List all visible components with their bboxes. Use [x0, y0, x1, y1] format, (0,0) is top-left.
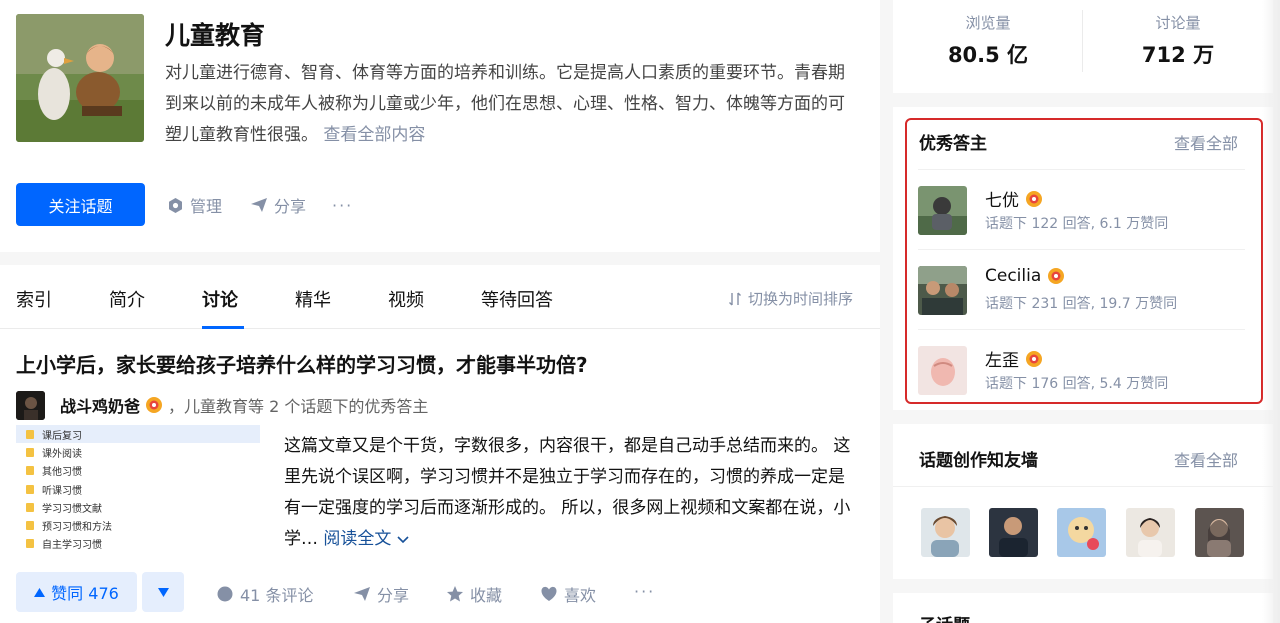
- views-label: 浏览量: [965, 14, 1011, 32]
- sort-toggle-label: 切换为时间排序: [747, 290, 853, 308]
- thumbnail-list-item: 听课习惯: [16, 480, 260, 498]
- discussions-value: 712 万: [1141, 43, 1215, 67]
- thumbnail-list-item: 课后复习: [16, 425, 260, 444]
- thumbnail-item-label: 听课习惯: [42, 485, 82, 497]
- follow-topic-button[interactable]: 关注话题: [16, 183, 145, 226]
- comments-label: 41 条评论: [240, 586, 314, 605]
- post-more-options-button[interactable]: ···: [634, 582, 655, 601]
- like-label: 喜欢: [564, 586, 597, 605]
- folder-icon: [26, 429, 34, 439]
- share-post-label: 分享: [377, 586, 410, 605]
- thumbnail-item-label: 课外阅读: [42, 448, 82, 460]
- read-more-label: 阅读全文: [323, 529, 392, 549]
- topic-stats-card: 浏览量 80.5 亿 讨论量 712 万: [893, 0, 1273, 93]
- paper-plane-icon: [251, 198, 267, 212]
- views-value: 80.5 亿: [947, 43, 1029, 67]
- subtopics-card: 子话题: [893, 593, 1273, 623]
- page-edge-shadow: [1262, 0, 1280, 623]
- folder-icon: [26, 502, 34, 512]
- manage-label: 管理: [190, 197, 223, 216]
- question-title[interactable]: 上小学后，家长要给孩子培养什么样的学习习惯，才能事半功倍?: [16, 349, 588, 378]
- creator-wall-view-all-link[interactable]: 查看全部: [1174, 447, 1238, 471]
- manage-button[interactable]: 管理: [167, 193, 222, 217]
- share-topic-button[interactable]: 分享: [250, 193, 306, 217]
- highlight-annotation-box: [905, 118, 1263, 404]
- thumbnail-list-item: 课外阅读: [16, 443, 260, 461]
- sort-toggle-button[interactable]: 切换为时间排序: [728, 288, 853, 309]
- excellent-answerer-badge-icon: [146, 397, 163, 413]
- discussions-stat: 讨论量 712 万: [1083, 12, 1273, 69]
- tab-intro[interactable]: 简介: [109, 286, 145, 312]
- read-more-link[interactable]: 阅读全文: [323, 529, 409, 549]
- sort-icon: [728, 292, 741, 305]
- topic-description: 对儿童进行德育、智育、体育等方面的培养和训练。它是提高人口素质的重要环节。青春期…: [165, 58, 845, 151]
- creator-wall-card: 话题创作知友墙 查看全部: [893, 424, 1273, 579]
- more-options-button[interactable]: ···: [332, 193, 353, 217]
- tab-video[interactable]: 视频: [388, 286, 424, 312]
- author-avatar[interactable]: [16, 390, 45, 420]
- comments-button[interactable]: 41 条评论: [216, 582, 313, 606]
- active-tab-indicator: [202, 326, 244, 329]
- thumbnail-item-label: 课后复习: [42, 430, 82, 442]
- upvote-button[interactable]: 赞同 476: [16, 572, 137, 612]
- collect-label: 收藏: [470, 586, 503, 605]
- author-row: 战斗鸡奶爸 ，儿童教育等 2 个话题下的优秀答主: [16, 390, 428, 420]
- triangle-down-icon: [157, 587, 169, 597]
- thumbnail-item-label: 学习习惯文献: [42, 503, 102, 515]
- avatar[interactable]: [1126, 508, 1175, 557]
- creator-wall-title: 话题创作知友墙: [919, 451, 1038, 471]
- tab-featured[interactable]: 精华: [295, 286, 331, 312]
- folder-icon: [26, 447, 34, 457]
- topic-description-text: 对儿童进行德育、智育、体育等方面的培养和训练。它是提高人口素质的重要环节。青春期…: [165, 63, 845, 145]
- topic-header-card: 儿童教育 对儿童进行德育、智育、体育等方面的培养和训练。它是提高人口素质的重要环…: [0, 0, 880, 252]
- topic-tabs: 索引 简介 讨论 精华 视频 等待回答 切换为时间排序: [0, 265, 880, 329]
- gear-icon: [169, 197, 182, 213]
- collect-button[interactable]: 收藏: [446, 582, 502, 606]
- view-all-content-link[interactable]: 查看全部内容: [323, 125, 425, 145]
- avatar[interactable]: [921, 508, 970, 557]
- avatar[interactable]: [989, 508, 1038, 557]
- folder-icon: [26, 484, 34, 494]
- author-meta: ，儿童教育等 2 个话题下的优秀答主: [168, 397, 429, 416]
- share-label: 分享: [274, 197, 307, 216]
- triangle-up-icon: [34, 587, 46, 597]
- topic-cover-image: [16, 14, 144, 142]
- subtopics-title: 子话题: [919, 611, 970, 623]
- star-icon: [447, 586, 463, 602]
- post-thumbnail[interactable]: 课后复习 课外阅读 其他习惯 听课习惯 学习习惯文献 预习习惯和方法 自主学习习…: [16, 425, 260, 557]
- folder-icon: [26, 466, 34, 476]
- avatar[interactable]: [1195, 508, 1244, 557]
- folder-icon: [26, 539, 34, 549]
- tab-waiting-answers[interactable]: 等待回答: [481, 286, 553, 312]
- thumbnail-item-label: 其他习惯: [42, 467, 82, 479]
- author-name[interactable]: 战斗鸡奶爸: [60, 393, 140, 417]
- thumbnail-list-item: 自主学习习惯: [16, 535, 260, 553]
- tab-index[interactable]: 索引: [16, 286, 52, 312]
- heart-icon: [541, 586, 557, 601]
- discussions-label: 讨论量: [1155, 14, 1201, 32]
- thumbnail-list-item: 学习习惯文献: [16, 498, 260, 516]
- post-excerpt[interactable]: 这篇文章又是个干货，字数很多，内容很干，都是自己动手总结而来的。 这里先说个误区…: [284, 431, 856, 555]
- thumbnail-list-item: 预习习惯和方法: [16, 516, 260, 534]
- views-stat: 浏览量 80.5 亿: [893, 12, 1083, 69]
- upvote-label: 赞同 476: [51, 584, 119, 603]
- chevron-down-icon: [397, 536, 409, 544]
- downvote-button[interactable]: [142, 572, 184, 612]
- feed-card: 索引 简介 讨论 精华 视频 等待回答 切换为时间排序 上小学后，家长要给孩子培…: [0, 265, 880, 623]
- like-button[interactable]: 喜欢: [540, 582, 596, 606]
- comment-icon: [217, 586, 233, 602]
- divider: [893, 486, 1273, 487]
- avatar[interactable]: [1057, 508, 1106, 557]
- folder-icon: [26, 521, 34, 531]
- paper-plane-icon: [354, 587, 370, 601]
- thumbnail-item-label: 自主学习习惯: [42, 540, 102, 552]
- share-post-button[interactable]: 分享: [353, 582, 409, 606]
- thumbnail-list-item: 其他习惯: [16, 462, 260, 480]
- tab-discussion[interactable]: 讨论: [202, 286, 238, 312]
- topic-title: 儿童教育: [165, 21, 266, 50]
- thumbnail-item-label: 预习习惯和方法: [42, 522, 112, 534]
